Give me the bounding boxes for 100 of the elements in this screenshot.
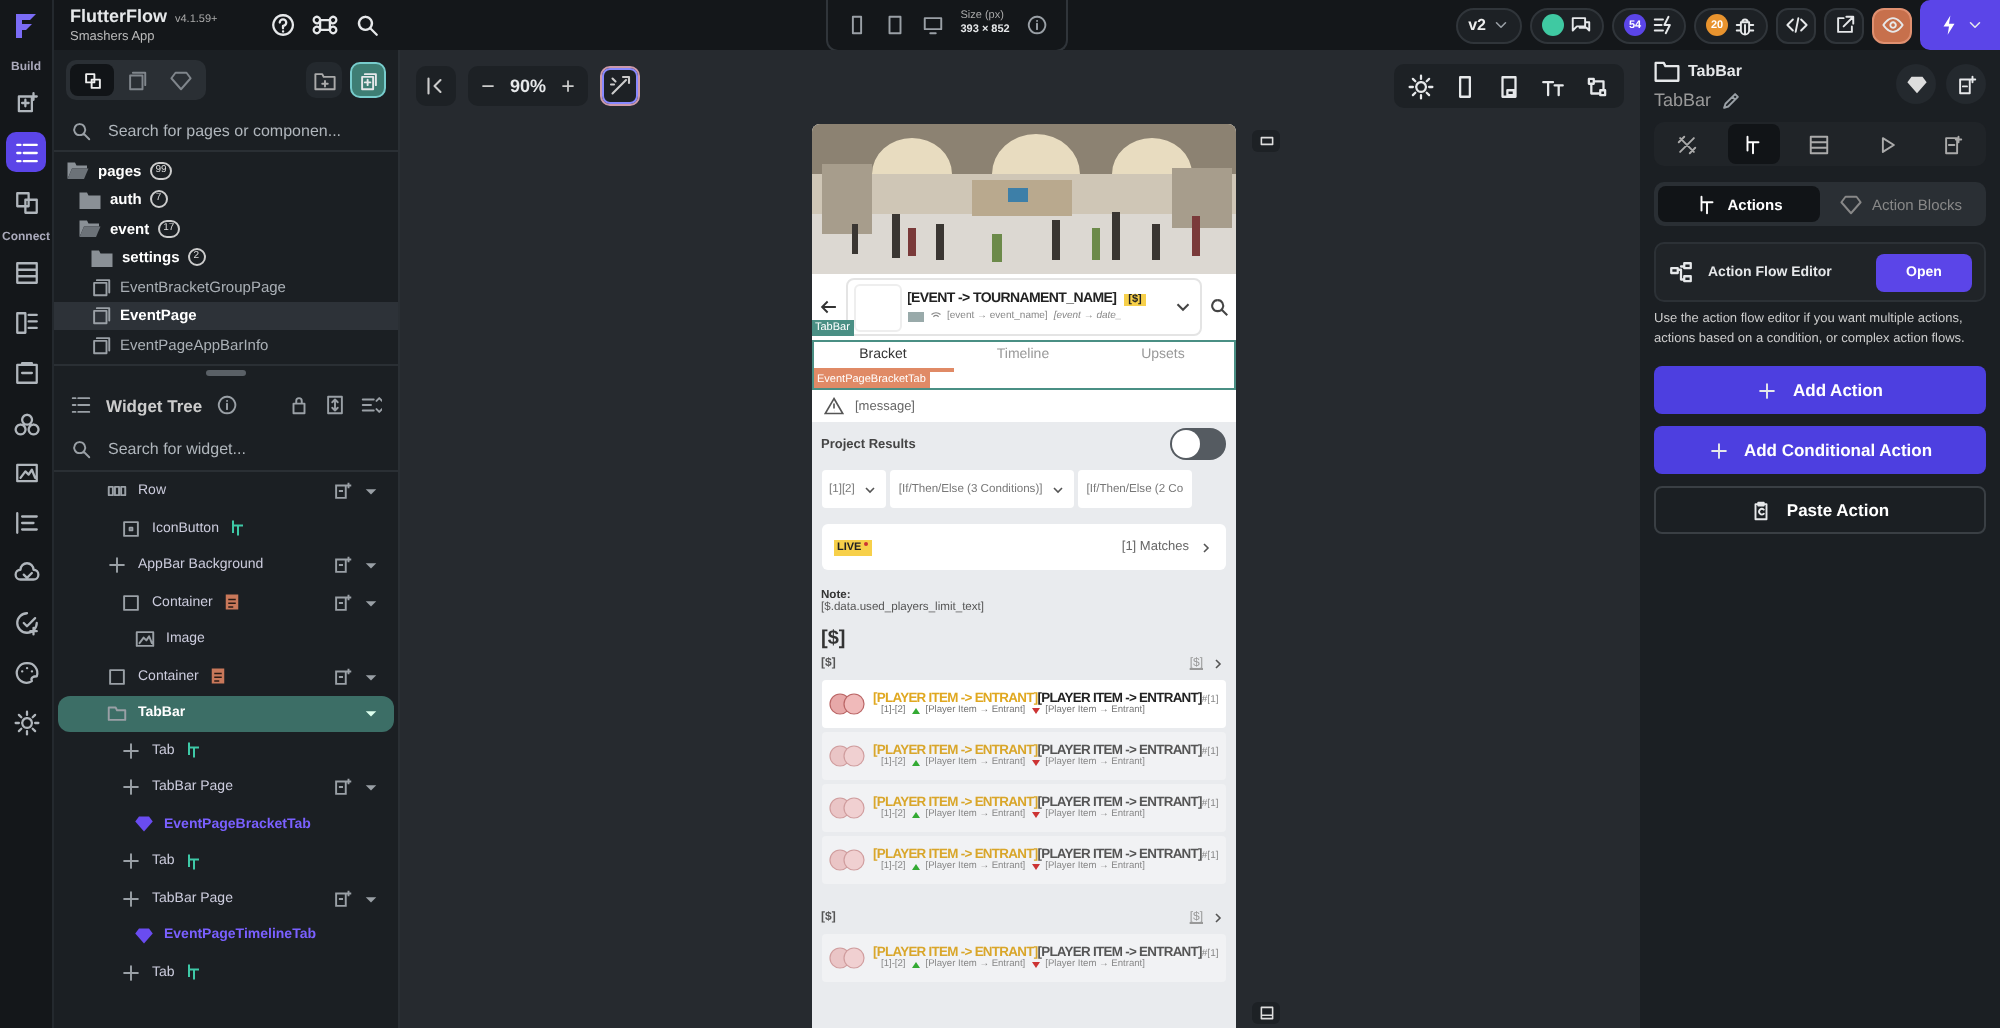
tablet-icon[interactable] — [884, 13, 907, 35]
add-widget-icon[interactable] — [332, 480, 354, 503]
version-dropdown[interactable]: v2 — [1456, 7, 1522, 43]
plus-icon — [1707, 439, 1730, 461]
search-icon — [70, 438, 92, 460]
add-widget-icon[interactable] — [332, 887, 354, 910]
up-triangle-icon — [911, 962, 920, 968]
back-arrow-icon[interactable] — [817, 296, 839, 318]
avatar-group-icon — [827, 944, 867, 972]
collapse-button[interactable] — [416, 66, 456, 106]
code-button[interactable] — [1776, 7, 1816, 43]
command-icon[interactable] — [312, 12, 338, 38]
check-plus-icon — [13, 609, 39, 635]
gem-icon — [1905, 73, 1927, 95]
chevron-right-icon[interactable] — [1209, 910, 1225, 926]
caret-icon[interactable] — [364, 706, 378, 721]
add-page-icon — [13, 89, 39, 115]
new-folder-button[interactable] — [306, 62, 342, 98]
settings-icon — [13, 709, 39, 735]
info-icon — [1025, 13, 1048, 35]
caret-icon[interactable] — [364, 669, 378, 684]
add-widget-icon[interactable] — [332, 591, 354, 614]
gem-icon — [169, 69, 191, 91]
table-icon — [13, 259, 39, 285]
search-field[interactable]: Search for widget... — [104, 438, 382, 460]
open-external-button[interactable] — [1824, 7, 1864, 43]
chevron-right-icon — [1197, 539, 1213, 555]
section-heading: [$] — [821, 628, 848, 650]
gem-icon — [134, 925, 154, 946]
up-triangle-icon — [911, 812, 920, 818]
expand-icon[interactable] — [324, 394, 346, 416]
sun-icon[interactable] — [1408, 73, 1434, 99]
plus-icon — [106, 554, 128, 577]
gem-icon — [1839, 193, 1862, 215]
scroll-icon-button[interactable] — [1252, 130, 1280, 152]
palette-icon — [13, 659, 39, 685]
plus-icon — [120, 961, 142, 984]
chevron-down-icon — [862, 481, 879, 497]
caret-icon[interactable] — [364, 595, 378, 610]
add-widget-icon[interactable] — [332, 665, 354, 688]
tools-icon — [1676, 133, 1699, 155]
panel-tab[interactable] — [70, 64, 114, 96]
sidebar-button[interactable] — [6, 132, 46, 172]
search-icon — [70, 119, 92, 141]
add-action-button[interactable]: Add Action — [1654, 366, 1986, 414]
help-icon[interactable] — [270, 12, 296, 38]
search-icon[interactable] — [1207, 296, 1229, 318]
paste-action-button[interactable]: Paste Action — [1654, 486, 1986, 534]
logo-icon[interactable] — [10, 10, 42, 42]
caret-icon[interactable] — [364, 891, 378, 906]
caret-icon[interactable] — [364, 558, 378, 573]
chevron-down-icon — [1050, 481, 1067, 497]
toggle-switch[interactable] — [1169, 428, 1225, 460]
bug-icon — [1734, 14, 1756, 36]
add-widget-button[interactable] — [1946, 64, 1986, 104]
layout-icon — [13, 309, 39, 335]
desktop-icon[interactable] — [922, 13, 945, 35]
layers-icon — [81, 69, 103, 91]
add-widget-icon[interactable] — [332, 776, 354, 799]
panel-icon — [1257, 1004, 1275, 1022]
circles-icon — [13, 409, 39, 435]
caret-icon[interactable] — [364, 780, 378, 795]
chevron-down-icon — [1965, 16, 1983, 34]
preview-button[interactable] — [1872, 7, 1912, 43]
plus-icon — [1756, 379, 1779, 401]
zoom-level: 90% — [510, 76, 547, 96]
action-flow-icon — [1742, 133, 1765, 155]
flag-icon — [907, 311, 923, 321]
chevron-right-icon[interactable] — [1209, 656, 1225, 672]
add-action-button[interactable]: Add Conditional Action — [1654, 426, 1986, 474]
gem-button[interactable] — [1896, 64, 1936, 104]
resize-handle[interactable] — [206, 370, 246, 376]
widget-type: TabBar — [1688, 61, 1742, 79]
page-icon — [90, 275, 112, 298]
square-icon — [120, 591, 142, 614]
folder-plus-icon — [313, 69, 335, 91]
transform-icon[interactable] — [1584, 73, 1610, 99]
add-widget-icon[interactable] — [332, 554, 354, 577]
square-icon — [106, 665, 128, 688]
scroll-icon-button[interactable] — [1252, 1002, 1280, 1024]
up-triangle-icon — [911, 760, 920, 766]
widget-name: TabBar — [1654, 90, 1712, 110]
tablet-icon[interactable] — [1496, 73, 1522, 99]
page-icon — [90, 304, 112, 327]
eye-icon — [1881, 14, 1903, 36]
cloud-icon — [13, 559, 39, 585]
down-triangle-icon — [1031, 864, 1040, 870]
edit-icon[interactable] — [1719, 89, 1742, 111]
add-widget-icon — [1941, 133, 1964, 155]
properties-tab[interactable] — [1727, 124, 1780, 164]
list-icon — [13, 139, 39, 165]
lock-icon[interactable] — [288, 394, 310, 416]
sort-icon[interactable] — [360, 394, 382, 416]
search-field[interactable]: Search for pages or componen... — [104, 119, 382, 141]
add-page-button[interactable] — [350, 62, 386, 98]
add-page-icon — [357, 69, 379, 91]
collaboration-button[interactable] — [1530, 7, 1604, 43]
ai-assist-button[interactable] — [600, 66, 641, 106]
up-triangle-icon — [911, 708, 920, 714]
caret-icon[interactable] — [364, 484, 378, 499]
